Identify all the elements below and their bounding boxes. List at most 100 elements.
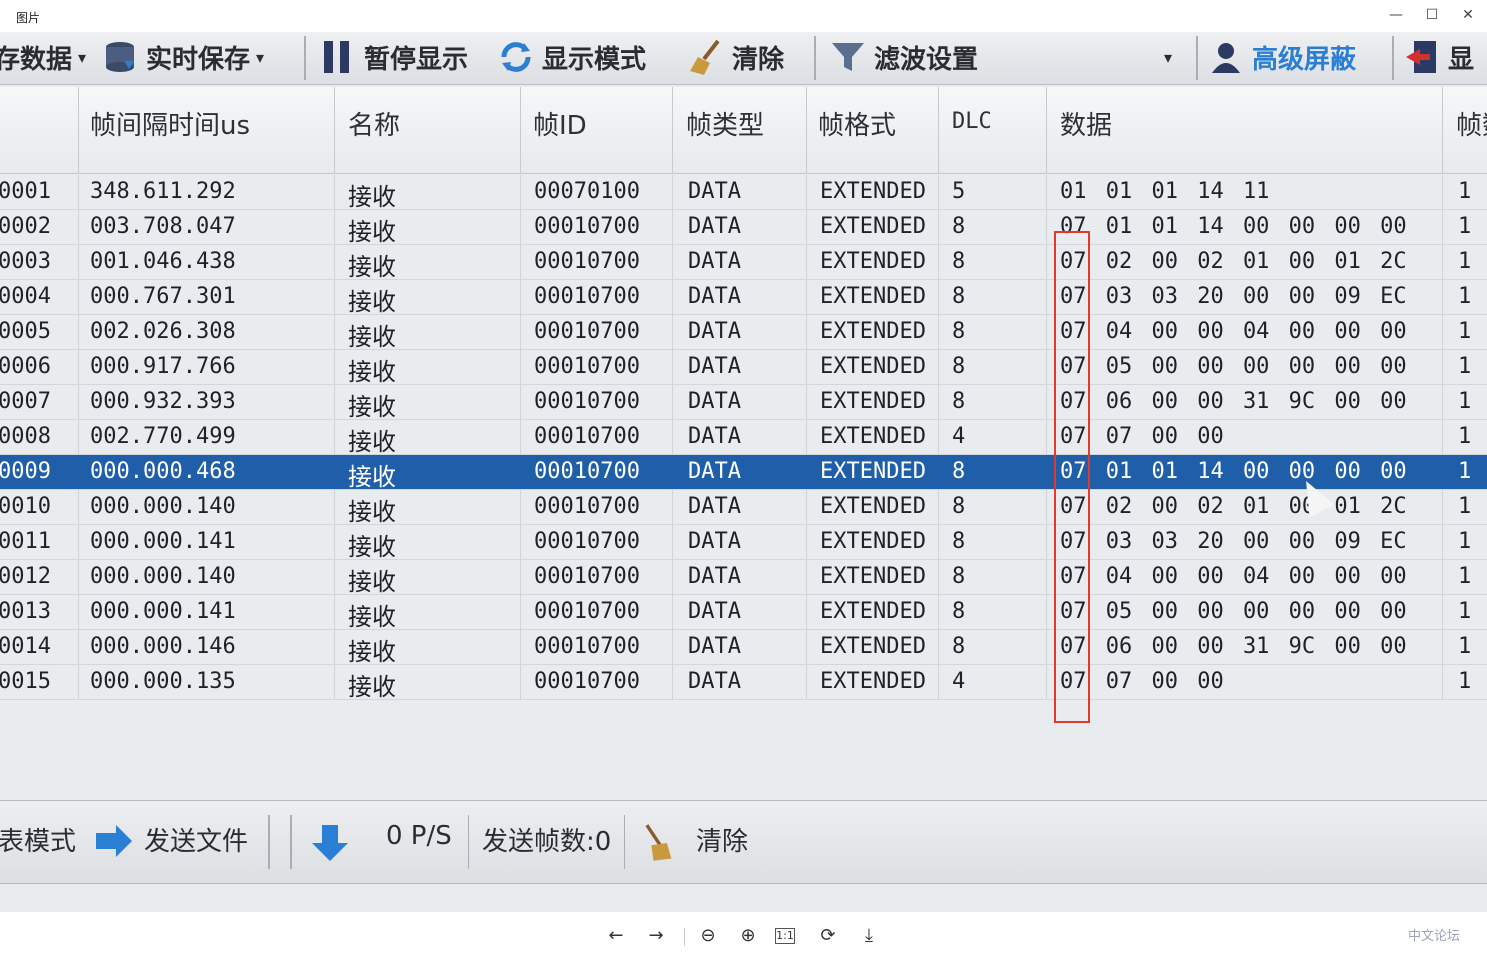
table-row[interactable]: 0002 003.708.047 接收 00010700 DATA EXTENDED 8 07…: [0, 210, 1487, 246]
toolbar-export[interactable]: 显: [1404, 38, 1474, 76]
zoom-out-button[interactable]: ⊖: [694, 922, 722, 950]
export-label: 显: [1448, 44, 1475, 75]
table-row[interactable]: 0009 000.000.468 接收 00010700 DATA EXTENDED 8 07…: [0, 455, 1487, 491]
cell-dlc: 8: [952, 494, 966, 519]
cell-data: 07 04 00 00 04 00 00 00: [1060, 319, 1407, 344]
clear-send-button[interactable]: 清除: [696, 821, 748, 858]
minimize-button[interactable]: —: [1378, 4, 1414, 26]
cell-dlc: 8: [952, 319, 966, 344]
zoom-in-button[interactable]: ⊕: [734, 922, 762, 950]
cell-frame-format: EXTENDED: [820, 214, 926, 239]
bottombar-divider: [290, 815, 292, 869]
cell-dlc: 8: [952, 389, 966, 414]
header-divider: [672, 87, 673, 173]
table-row[interactable]: 0008 002.770.499 接收 00010700 DATA EXTENDED 4 07…: [0, 420, 1487, 456]
toolbar-save-data[interactable]: 存数据 ▾: [0, 38, 86, 76]
cell-name: 接收: [348, 638, 396, 666]
cell-seq: 0005: [0, 319, 51, 344]
cell-frame-count: 1: [1458, 634, 1472, 659]
toolbar-clear[interactable]: 清除: [688, 38, 784, 76]
next-button[interactable]: →: [642, 922, 670, 950]
cell-frame-count: 1: [1458, 319, 1472, 344]
send-rate: 0 P/S: [386, 821, 452, 851]
cell-interval: 000.000.135: [90, 669, 236, 694]
table-row[interactable]: 0015 000.000.135 接收 00010700 DATA EXTENDED 4 07…: [0, 665, 1487, 701]
bottombar-divider: [624, 815, 625, 869]
table-row[interactable]: 0001 348.611.292 接收 00070100 DATA EXTENDED 5 01…: [0, 175, 1487, 211]
cell-frame-format: EXTENDED: [820, 319, 926, 344]
header-frame-count[interactable]: 帧数: [1456, 105, 1487, 142]
cell-name: 接收: [348, 393, 396, 421]
header-divider: [1046, 87, 1047, 173]
table-row[interactable]: 0006 000.917.766 接收 00010700 DATA EXTENDED 8 07…: [0, 350, 1487, 386]
cell-name: 接收: [348, 428, 396, 456]
cell-frame-format: EXTENDED: [820, 424, 926, 449]
cell-data: 07 03 03 20 00 00 09 EC: [1060, 529, 1407, 554]
arrow-down-icon[interactable]: [310, 823, 350, 863]
cell-frame-format: EXTENDED: [820, 564, 926, 589]
rotate-button[interactable]: ⟳: [814, 922, 842, 950]
previous-button[interactable]: ←: [602, 922, 630, 950]
close-button[interactable]: ✕: [1450, 4, 1486, 26]
header-interval[interactable]: 帧间隔时间us: [90, 105, 250, 142]
broom-icon: [690, 39, 720, 75]
toolbar-advanced-mask[interactable]: 高级屏蔽: [1208, 38, 1356, 76]
cell-name: 接收: [348, 358, 396, 386]
toolbar-filter-settings[interactable]: 滤波设置: [830, 38, 978, 76]
cell-frame-format: EXTENDED: [820, 179, 926, 204]
cell-frame-count: 1: [1458, 284, 1472, 309]
table-row[interactable]: 0014 000.000.146 接收 00010700 DATA EXTENDED 8 07…: [0, 630, 1487, 666]
cell-frame-format: EXTENDED: [820, 249, 926, 274]
maximize-button[interactable]: ☐: [1414, 4, 1450, 26]
toolbar-display-mode[interactable]: 显示模式: [498, 38, 646, 76]
table-row[interactable]: 0007 000.932.393 接收 00010700 DATA EXTENDED 8 07…: [0, 385, 1487, 421]
window-title: 图片: [16, 11, 41, 25]
send-file-button[interactable]: 发送文件: [144, 821, 248, 858]
cell-dlc: 8: [952, 564, 966, 589]
toolbar-pause-display[interactable]: 暂停显示: [320, 38, 468, 76]
pause-icon: [324, 41, 349, 73]
cell-frame-id: 00010700: [534, 319, 640, 344]
cell-interval: 003.708.047: [90, 214, 236, 239]
table-row[interactable]: 0003 001.046.438 接收 00010700 DATA EXTENDED 8 07…: [0, 245, 1487, 281]
header-dlc[interactable]: DLC: [952, 109, 992, 134]
cell-frame-count: 1: [1458, 354, 1472, 379]
header-frame-format[interactable]: 帧格式: [818, 105, 896, 142]
table-row[interactable]: 0012 000.000.140 接收 00010700 DATA EXTENDED 8 07…: [0, 560, 1487, 596]
cell-frame-type: DATA: [688, 459, 741, 484]
cell-dlc: 8: [952, 529, 966, 554]
toolbar-realtime-save[interactable]: 实时保存 ▾: [102, 38, 264, 76]
pause-display-label: 暂停显示: [364, 44, 469, 75]
cell-seq: 0006: [0, 354, 51, 379]
chevron-down-icon[interactable]: ▾: [1164, 38, 1172, 76]
table-row[interactable]: 0005 002.026.308 接收 00010700 DATA EXTENDED 8 07…: [0, 315, 1487, 351]
cell-frame-id: 00010700: [534, 424, 640, 449]
header-data[interactable]: 数据: [1060, 105, 1112, 142]
cell-frame-format: EXTENDED: [820, 459, 926, 484]
cell-frame-count: 1: [1458, 494, 1472, 519]
cell-frame-count: 1: [1458, 249, 1472, 274]
cell-frame-format: EXTENDED: [820, 494, 926, 519]
header-divider: [938, 87, 939, 173]
cell-name: 接收: [348, 183, 396, 211]
cell-interval: 000.000.141: [90, 529, 236, 554]
cell-interval: 002.026.308: [90, 319, 236, 344]
header-name[interactable]: 名称: [348, 105, 400, 142]
table-row[interactable]: 0010 000.000.140 接收 00010700 DATA EXTENDED 8 07…: [0, 490, 1487, 526]
table-row[interactable]: 0004 000.767.301 接收 00010700 DATA EXTENDED 8 07…: [0, 280, 1487, 316]
table-row[interactable]: 0011 000.000.141 接收 00010700 DATA EXTENDED 8 07…: [0, 525, 1487, 561]
header-frame-type[interactable]: 帧类型: [686, 105, 764, 142]
cell-seq: 0008: [0, 424, 51, 449]
download-button[interactable]: ⤓: [855, 922, 883, 950]
cell-interval: 000.917.766: [90, 354, 236, 379]
actual-size-button[interactable]: 1:1: [775, 928, 795, 944]
cell-data: 07 03 03 20 00 00 09 EC: [1060, 284, 1407, 309]
cell-frame-type: DATA: [688, 179, 741, 204]
realtime-save-label: 实时保存: [146, 44, 251, 75]
table-header: 帧间隔时间us 名称 帧ID 帧类型 帧格式 DLC 数据 帧数: [0, 87, 1487, 174]
list-mode-label[interactable]: 表模式: [0, 821, 76, 858]
cell-interval: 000.000.140: [90, 494, 236, 519]
table-row[interactable]: 0013 000.000.141 接收 00010700 DATA EXTENDED 8 07…: [0, 595, 1487, 631]
header-frame-id[interactable]: 帧ID: [533, 105, 587, 142]
cell-dlc: 4: [952, 424, 966, 449]
